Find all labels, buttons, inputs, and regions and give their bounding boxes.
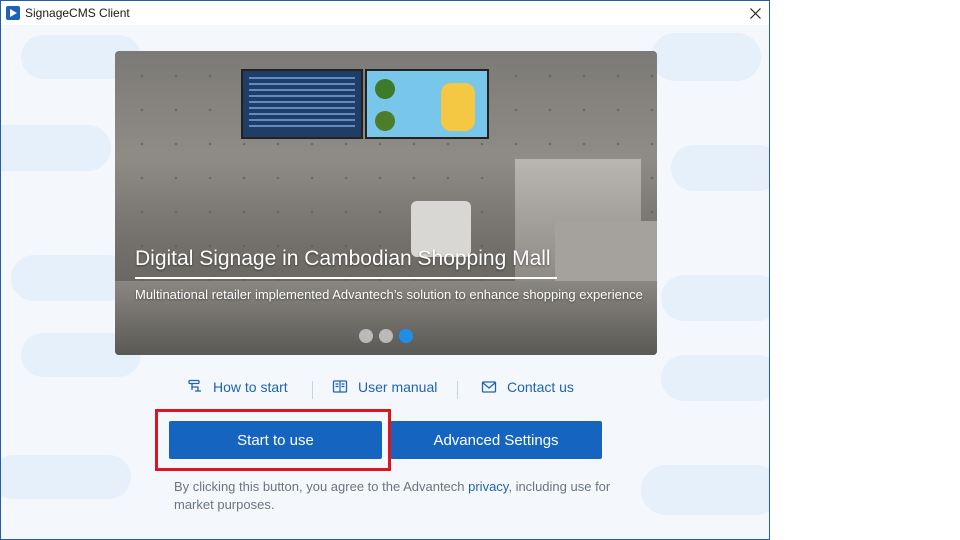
background-shape	[661, 275, 769, 321]
contact-us-label: Contact us	[507, 379, 574, 395]
background-shape	[1, 125, 111, 171]
carousel-dot-3[interactable]	[399, 329, 413, 343]
how-to-start-link[interactable]: How to start	[187, 379, 288, 395]
book-icon	[332, 380, 348, 393]
highlight-box	[155, 409, 391, 471]
privacy-link[interactable]: privacy	[468, 479, 508, 494]
how-to-start-label: How to start	[213, 379, 288, 395]
app-logo-icon	[6, 6, 20, 20]
window-title: SignageCMS Client	[25, 6, 130, 20]
advanced-settings-button[interactable]: Advanced Settings	[390, 421, 602, 459]
background-shape	[661, 355, 769, 401]
background-shape	[651, 33, 761, 81]
background-shape	[641, 465, 769, 515]
slide-title-underline	[135, 277, 557, 279]
contact-us-link[interactable]: Contact us	[481, 379, 574, 395]
promo-display-screen	[365, 69, 489, 139]
app-window: SignageCMS Client Digital Signage in Cam…	[0, 0, 770, 540]
background-shape	[671, 145, 769, 191]
close-icon	[749, 7, 761, 19]
background-shape	[1, 455, 131, 499]
mail-icon	[481, 381, 497, 393]
user-manual-label: User manual	[358, 379, 438, 395]
slide-description: Multinational retailer implemented Advan…	[135, 287, 643, 302]
link-separator	[457, 381, 458, 399]
carousel-banner[interactable]: Digital Signage in Cambodian Shopping Ma…	[115, 51, 657, 355]
consent-text-start: By clicking this button, you agree to th…	[174, 479, 469, 494]
help-links: How to start User manual Contact us	[187, 379, 587, 401]
menu-display-screen	[241, 69, 363, 139]
user-manual-link[interactable]: User manual	[332, 379, 437, 395]
client-area: Digital Signage in Cambodian Shopping Ma…	[1, 25, 769, 539]
carousel-dot-2[interactable]	[379, 329, 393, 343]
tutorial-icon	[188, 379, 201, 392]
consent-notice: By clicking this button, you agree to th…	[174, 478, 614, 514]
steel-cabinet	[555, 221, 657, 281]
carousel-dot-1[interactable]	[359, 329, 373, 343]
title-bar: SignageCMS Client	[1, 1, 769, 25]
carousel-dots	[359, 329, 413, 343]
background-shape	[11, 255, 131, 301]
link-separator	[312, 381, 313, 399]
slide-title: Digital Signage in Cambodian Shopping Ma…	[135, 247, 551, 270]
close-button[interactable]	[741, 1, 769, 25]
